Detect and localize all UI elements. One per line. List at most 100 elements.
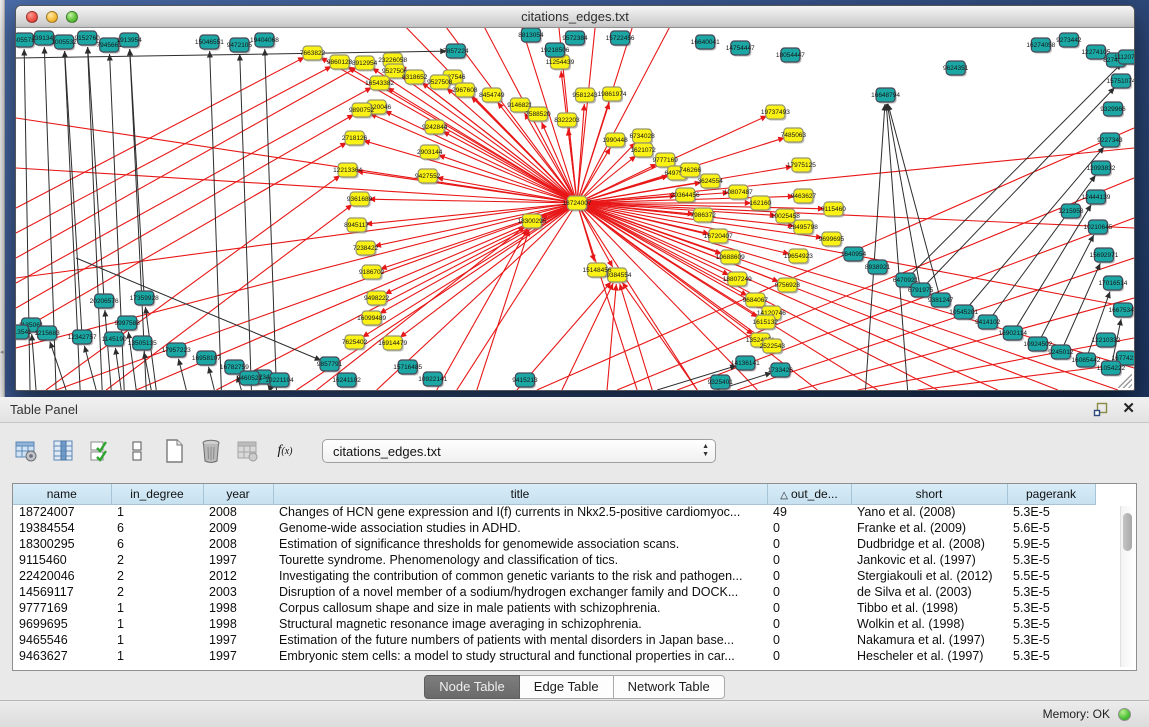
table-cell[interactable]: 1997 xyxy=(203,648,273,664)
graph-edge[interactable] xyxy=(130,49,145,298)
table-cell[interactable]: 1 xyxy=(111,600,203,616)
tab-edge-table[interactable]: Edge Table xyxy=(520,675,614,699)
vertical-scrollbar[interactable] xyxy=(1120,506,1133,667)
show-column-icon[interactable] xyxy=(49,437,77,465)
graph-edge[interactable] xyxy=(577,203,1058,390)
graph-edge[interactable] xyxy=(216,203,577,390)
tab-network-table[interactable]: Network Table xyxy=(614,675,725,699)
graph-edge[interactable] xyxy=(16,168,577,203)
close-panel-icon[interactable]: ✕ xyxy=(1122,401,1135,417)
graph-edge[interactable] xyxy=(1086,291,1110,360)
column-header-short[interactable]: short xyxy=(851,484,1007,504)
table-cell[interactable]: Corpus callosum shape and size in male p… xyxy=(273,600,767,616)
column-header-in-degree[interactable]: in_degree xyxy=(111,484,203,504)
table-cell[interactable]: 2003 xyxy=(203,584,273,600)
table-cell[interactable]: 1 xyxy=(111,648,203,664)
table-cell[interactable]: Nakamura et al. (1997) xyxy=(851,632,1007,648)
table-cell[interactable]: Yano et al. (2008) xyxy=(851,504,1007,520)
table-row[interactable]: 946554611997Estimation of the future num… xyxy=(13,632,1095,648)
table-cell[interactable]: 1998 xyxy=(203,616,273,632)
table-cell[interactable]: Investigating the contribution of common… xyxy=(273,568,767,584)
divider-collapse-handle[interactable]: ◂ xyxy=(0,348,5,358)
table-cell[interactable]: Estimation of the future numbers of pati… xyxy=(273,632,767,648)
graph-edge[interactable] xyxy=(620,284,652,390)
float-window-icon[interactable] xyxy=(1093,402,1108,417)
table-cell[interactable]: Disruption of a novel member of a sodium… xyxy=(273,584,767,600)
table-cell[interactable]: Hescheler et al. (1997) xyxy=(851,648,1007,664)
column-header-title[interactable]: title xyxy=(273,484,767,504)
table-cell[interactable]: de Silva et al. (2003) xyxy=(851,584,1007,600)
graph-edge[interactable] xyxy=(16,87,372,283)
table-cell[interactable]: 49 xyxy=(767,504,851,520)
table-cell[interactable]: 5.5E-5 xyxy=(1007,568,1095,584)
graph-canvas[interactable]: 1872400776638229860128891295423226058952… xyxy=(16,28,1134,390)
graph-edge[interactable] xyxy=(240,54,252,390)
table-cell[interactable]: 1 xyxy=(111,616,203,632)
table-row[interactable]: 1456911722003Disruption of a novel membe… xyxy=(13,584,1095,600)
table-cell[interactable]: 1 xyxy=(111,632,203,648)
resize-grip[interactable] xyxy=(1118,374,1132,388)
table-cell[interactable]: 2008 xyxy=(203,504,273,520)
tab-node-table[interactable]: Node Table xyxy=(424,675,520,699)
table-cell[interactable]: 2 xyxy=(111,568,203,584)
graph-edge[interactable] xyxy=(16,66,332,233)
table-cell[interactable]: Jankovic et al. (1997) xyxy=(851,552,1007,568)
select-rows-icon[interactable] xyxy=(86,437,114,465)
table-cell[interactable]: 2009 xyxy=(203,520,273,536)
table-cell[interactable]: Changes of HCN gene expression and I(f) … xyxy=(273,504,767,520)
graph-edge[interactable] xyxy=(105,310,111,390)
graph-edge[interactable] xyxy=(577,28,632,203)
column-header-pagerank[interactable]: pagerank xyxy=(1007,484,1095,504)
memory-status-indicator[interactable] xyxy=(1118,708,1131,721)
table-cell[interactable]: Franke et al. (2009) xyxy=(851,520,1007,536)
table-cell[interactable]: Estimation of significance thresholds fo… xyxy=(273,536,767,552)
table-cell[interactable]: Dudbridge et al. (2008) xyxy=(851,536,1007,552)
table-cell[interactable]: 6 xyxy=(111,520,203,536)
table-cell[interactable]: 5.3E-5 xyxy=(1007,584,1095,600)
scrollbar-thumb[interactable] xyxy=(1123,513,1132,551)
graph-edge[interactable] xyxy=(577,203,1134,228)
table-cell[interactable]: 19384554 xyxy=(13,520,111,536)
network-window-titlebar[interactable]: citations_edges.txt xyxy=(16,6,1134,28)
table-row[interactable]: 2242004622012Investigating the contribut… xyxy=(13,568,1095,584)
graph-edge[interactable] xyxy=(443,131,577,203)
table-row[interactable]: 946362711997Embryonic stem cells: a mode… xyxy=(13,648,1095,664)
table-cell[interactable]: 5.6E-5 xyxy=(1007,520,1095,536)
table-cell[interactable]: 1 xyxy=(111,504,203,520)
table-cell[interactable]: Stergiakouli et al. (2012) xyxy=(851,568,1007,584)
table-cell[interactable]: 5.3E-5 xyxy=(1007,616,1095,632)
row-height-icon[interactable] xyxy=(123,437,151,465)
network-window[interactable]: citations_edges.txt 18724007766382298601… xyxy=(15,5,1135,391)
table-cell[interactable]: 14569117 xyxy=(13,584,111,600)
table-cell[interactable]: 9115460 xyxy=(13,552,111,568)
table-cell[interactable]: 2008 xyxy=(203,536,273,552)
graph-edge[interactable] xyxy=(363,141,577,203)
graph-canvas-svg[interactable]: 1872400776638229860128891295423226058952… xyxy=(16,28,1134,390)
table-cell[interactable]: 6 xyxy=(111,536,203,552)
column-header-name[interactable]: name xyxy=(13,484,111,504)
graph-edge[interactable] xyxy=(562,283,613,390)
table-cell[interactable]: 5.3E-5 xyxy=(1007,632,1095,648)
graph-edge[interactable] xyxy=(866,104,885,390)
table-cell[interactable]: 22420046 xyxy=(13,568,111,584)
table-cell[interactable]: 2012 xyxy=(203,568,273,584)
table-cell[interactable]: 1997 xyxy=(203,632,273,648)
graph-edge[interactable] xyxy=(477,230,529,390)
table-cell[interactable]: 0 xyxy=(767,584,851,600)
graph-edge[interactable] xyxy=(88,47,104,301)
table-cell[interactable]: Wolkin et al. (1998) xyxy=(851,616,1007,632)
graph-edge[interactable] xyxy=(577,193,729,203)
graph-edge[interactable] xyxy=(888,104,941,300)
table-row[interactable]: 977716911998Corpus callosum shape and si… xyxy=(13,600,1095,616)
table-selector-dropdown[interactable]: citations_edges.txt ▲▼ xyxy=(322,439,716,463)
table-row[interactable]: 969969511998Structural magnetic resonanc… xyxy=(13,616,1095,632)
table-cell[interactable]: 9463627 xyxy=(13,648,111,664)
graph-edge[interactable] xyxy=(16,57,305,208)
table-cell[interactable]: 5.3E-5 xyxy=(1007,648,1095,664)
function-builder-icon[interactable]: f(x) xyxy=(271,437,299,465)
table-panel-titlebar[interactable]: Table Panel ✕ xyxy=(0,397,1149,423)
table-row[interactable]: 911546021997Tourette syndrome. Phenomeno… xyxy=(13,552,1095,568)
table-cell[interactable]: Structural magnetic resonance image aver… xyxy=(273,616,767,632)
table-cell[interactable]: 2 xyxy=(111,552,203,568)
table-cell[interactable]: 0 xyxy=(767,520,851,536)
